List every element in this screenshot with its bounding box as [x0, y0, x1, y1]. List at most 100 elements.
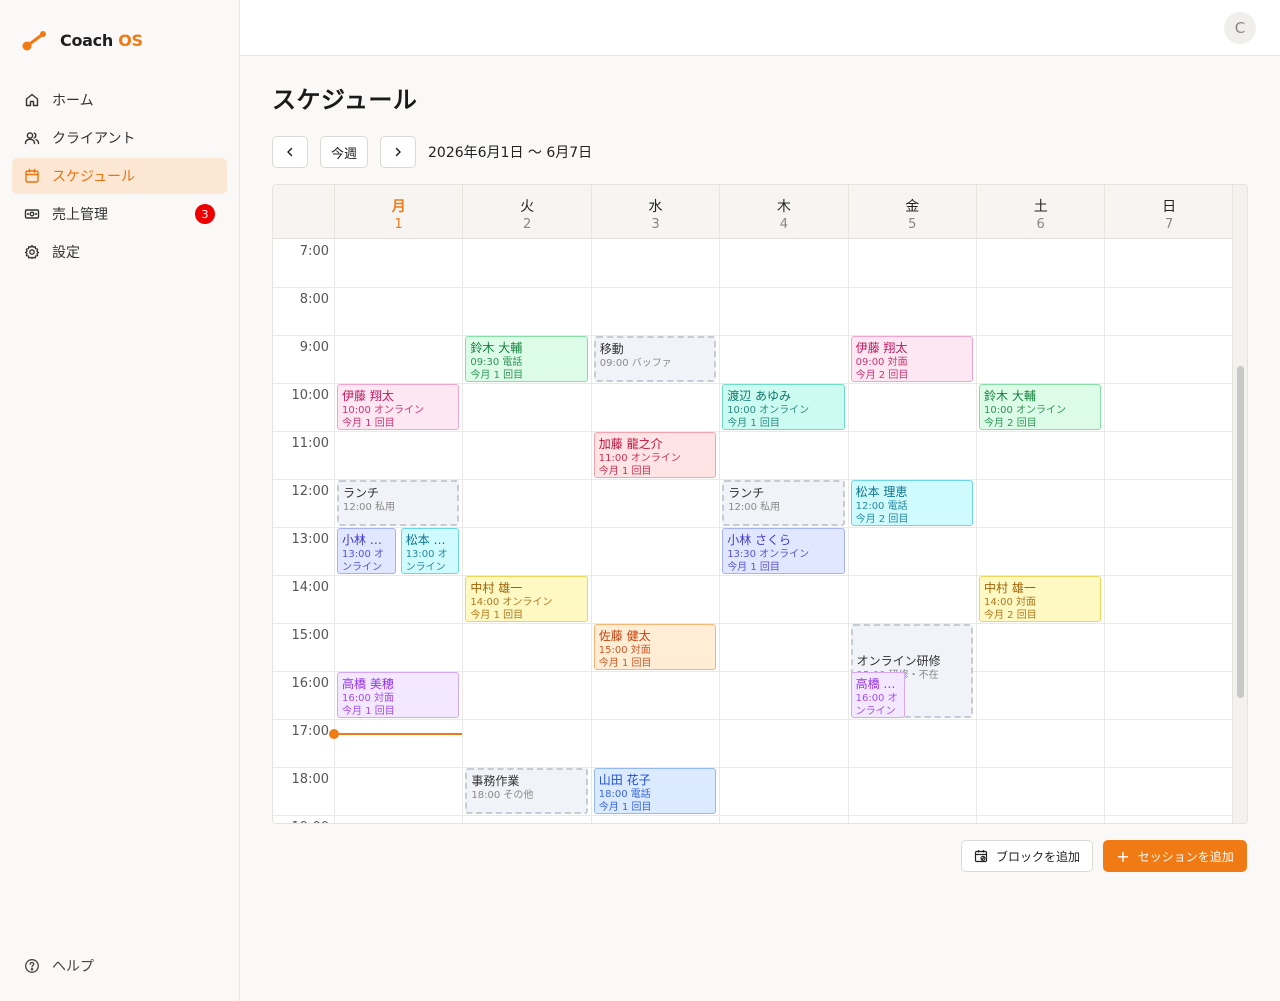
event-time: 10:00 オンライン [342, 405, 424, 416]
session-event[interactable]: 加藤 龍之介 11:00 オンライン 今月 1 回目 [593, 432, 717, 478]
sidebar-item-settings[interactable]: 設定 [12, 234, 227, 270]
next-week-button[interactable] [380, 136, 416, 168]
calendar-scrollbar[interactable] [1232, 185, 1247, 823]
time-label: 18:00 [291, 772, 329, 787]
event-count: 今月 1 回目 [598, 802, 652, 813]
event-title: 鈴木 大輔 [470, 341, 523, 355]
session-event[interactable]: 小林 さくら 13:30 オンライン 今月 1 回目 [722, 528, 845, 574]
session-event[interactable]: 鈴木 大輔 10:00 オンライン 今月 2 回目 [979, 384, 1102, 430]
day-of-week: 火 [520, 199, 535, 215]
grid-column-line [719, 239, 721, 823]
time-block[interactable]: 事務作業 18:00 その他 [465, 768, 588, 814]
event-title: 松本 理恵 [405, 533, 455, 547]
event-count: 今月 1 回目 [470, 610, 524, 621]
gear-icon [24, 244, 40, 260]
calendar-grid[interactable]: 7:00 8:00 9:00 10:00 11:00 12:00 13:00 14:00 15:… [273, 239, 1233, 823]
grid-hour-line [273, 431, 1233, 432]
session-event[interactable]: 高橋 美穂 16:00 オンライン [850, 672, 906, 718]
grid-column-line [1104, 239, 1106, 823]
calendar-block-icon [974, 850, 988, 863]
event-count: 今月 1 回目 [470, 370, 524, 381]
event-title: 小林 さくら [342, 533, 391, 547]
sidebar-item-home[interactable]: ホーム [12, 82, 227, 118]
grid-hour-line [273, 719, 1233, 720]
event-time: 10:00 オンライン [984, 405, 1066, 416]
time-block[interactable]: 移動 09:00 バッファ [593, 336, 717, 382]
add-session-label: セッションを追加 [1137, 849, 1234, 864]
event-title: 鈴木 大輔 [984, 389, 1036, 403]
add-block-button[interactable]: ブロックを追加 [961, 840, 1093, 872]
session-event[interactable]: 中村 雄一 14:00 対面 今月 2 回目 [979, 576, 1102, 622]
sidebar-item-label: ホーム [52, 93, 94, 109]
time-label: 19:00 [273, 820, 329, 823]
session-event[interactable]: 小林 さくら 13:00 オンライン [337, 528, 396, 574]
calendar-icon [25, 168, 39, 183]
grid-hour-line [273, 335, 1233, 336]
sidebar-item-clients[interactable]: クライアント [12, 120, 227, 156]
app-logo[interactable]: Coach OS [22, 28, 143, 52]
plus-icon: + [1116, 846, 1130, 866]
grid-column-line [976, 239, 977, 823]
event-time: 10:00 オンライン [727, 405, 810, 416]
prev-week-button[interactable] [272, 136, 308, 168]
event-count: 今月 1 回目 [598, 466, 652, 477]
event-count: 今月 1 回目 [342, 706, 395, 717]
time-label: 15:00 [291, 628, 329, 643]
time-label: 7:00 [299, 244, 329, 259]
event-count: 今月 1 回目 [727, 418, 780, 429]
grid-column-line [847, 239, 849, 823]
day-header: 木4 [719, 185, 847, 239]
home-icon [25, 93, 39, 107]
day-number: 7 [1164, 217, 1174, 232]
day-number: 4 [779, 217, 789, 232]
session-event[interactable]: 松本 理恵 13:00 オンライン [400, 528, 460, 574]
help-link[interactable]: ヘルプ [24, 956, 94, 976]
page-title: スケジュール [272, 86, 418, 114]
sidebar-item-schedule[interactable]: スケジュール [12, 158, 227, 194]
event-time: 14:00 対面 [984, 597, 1036, 608]
session-event[interactable]: 高橋 美穂 16:00 対面 今月 1 回目 [337, 672, 460, 718]
session-event[interactable]: 伊藤 翔太 09:00 対面 今月 2 回目 [850, 336, 973, 382]
session-event[interactable]: 中村 雄一 14:00 オンライン 今月 1 回目 [465, 576, 588, 622]
event-time: 12:00 電話 [855, 501, 908, 512]
grid-hour-line [273, 815, 1233, 816]
day-header: 水3 [590, 185, 719, 239]
help-label: ヘルプ [52, 959, 94, 975]
chevron-left-icon [287, 147, 293, 157]
avatar[interactable]: C [1224, 12, 1256, 44]
sidebar-item-label: 売上管理 [52, 207, 108, 223]
session-event[interactable]: 山田 花子 18:00 電話 今月 1 回目 [593, 768, 717, 814]
event-time: 09:00 対面 [855, 357, 908, 368]
scrollbar-thumb[interactable] [1237, 366, 1244, 698]
session-event[interactable]: 鈴木 大輔 09:30 電話 今月 1 回目 [465, 336, 588, 382]
event-count: 今月 2 回目 [855, 514, 909, 525]
this-week-button[interactable]: 今週 [320, 136, 368, 168]
time-label: 9:00 [299, 340, 329, 355]
session-event[interactable]: 松本 理恵 12:00 電話 今月 2 回目 [850, 480, 973, 526]
time-label: 13:00 [291, 532, 329, 547]
chevron-right-icon [395, 147, 401, 157]
time-label: 17:00 [291, 724, 329, 739]
event-title: 小林 さくら [727, 533, 792, 547]
date-range: 2026年6月1日 〜 6月7日 [428, 145, 593, 161]
event-title: 事務作業 [471, 774, 520, 788]
time-block[interactable]: ランチ 12:00 私用 [722, 480, 845, 526]
event-time: 13:30 オンライン [727, 549, 810, 560]
time-block[interactable]: ランチ 12:00 私用 [337, 480, 460, 526]
session-event[interactable]: 渡辺 あゆみ 10:00 オンライン 今月 1 回目 [722, 384, 845, 430]
add-session-button[interactable]: + セッションを追加 [1103, 840, 1247, 872]
sidebar-item-sales[interactable]: 売上管理 3 [12, 196, 227, 232]
session-event[interactable]: 佐藤 健太 15:00 対面 今月 1 回目 [593, 624, 717, 670]
session-event[interactable]: 伊藤 翔太 10:00 オンライン 今月 1 回目 [337, 384, 460, 430]
day-number: 6 [1036, 217, 1045, 232]
day-of-week: 月 [391, 199, 406, 215]
event-count: 今月 1 回目 [598, 658, 652, 669]
day-header: 土6 [976, 185, 1104, 239]
event-title: ランチ [728, 486, 765, 500]
grid-hour-line [273, 623, 1233, 624]
event-title: 高橋 美穂 [855, 677, 901, 691]
sidebar-item-label: スケジュール [52, 169, 136, 185]
sidebar-nav: ホーム クライアント スケジュール 売上管理 3 設定 [12, 82, 227, 272]
event-count: 今月 1 回目 [342, 418, 395, 429]
event-title: 伊藤 翔太 [855, 341, 908, 355]
